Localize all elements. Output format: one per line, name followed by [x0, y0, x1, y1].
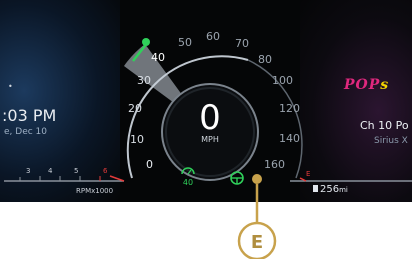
callout-label: E	[251, 232, 263, 253]
callout-overlay: E	[237, 174, 277, 259]
callout-anchor-dot	[252, 174, 262, 184]
